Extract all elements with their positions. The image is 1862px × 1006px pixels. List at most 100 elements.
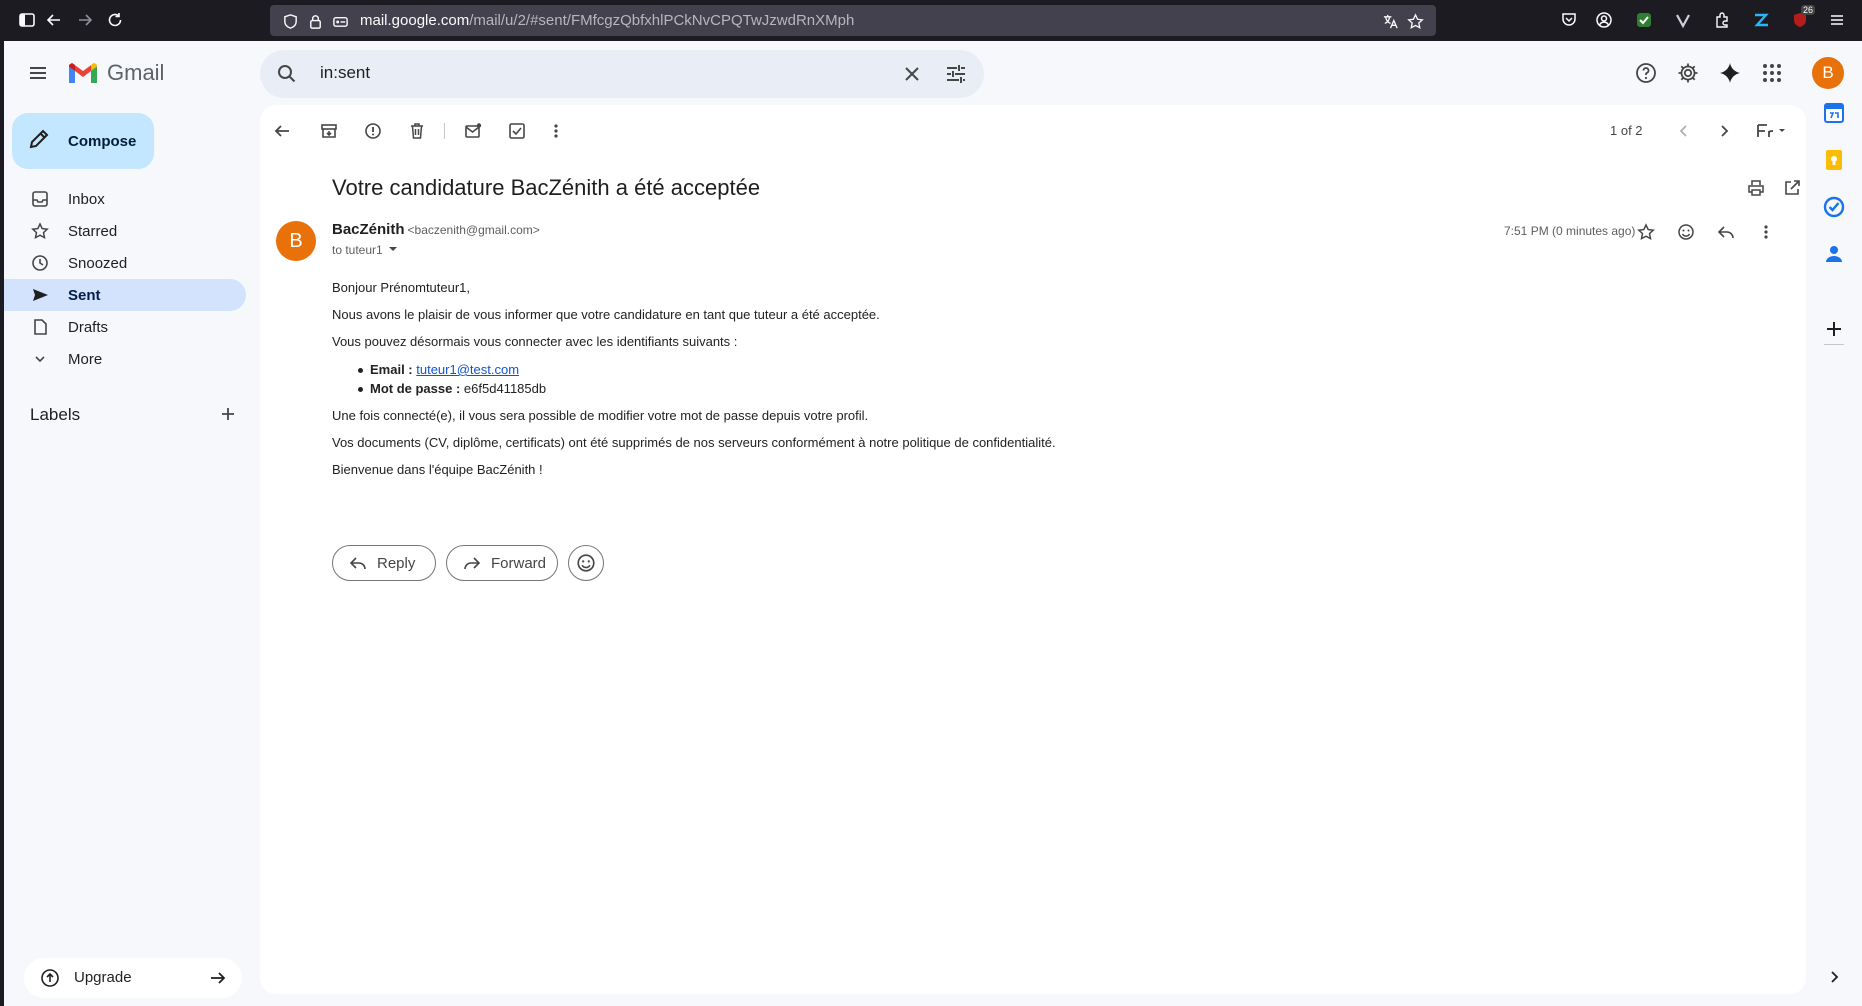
account-avatar[interactable]: B [1812,57,1844,89]
report-spam-icon[interactable] [361,119,385,143]
sidebar-item-snoozed[interactable]: Snoozed [4,247,246,279]
reload-icon[interactable] [104,9,126,31]
sidebar-item-drafts[interactable]: Drafts [4,311,246,343]
email-paragraph: Une fois connecté(e), il vous sera possi… [332,408,869,423]
compose-label: Compose [68,132,137,150]
chevron-down-icon [30,349,50,369]
clear-search-icon[interactable] [900,62,924,91]
arrow-right-icon [208,968,228,993]
gmail-app: Gmail B [4,41,1862,1006]
mark-unread-icon[interactable] [461,119,485,143]
gemini-sparkle-icon[interactable] [1716,59,1744,87]
ublock-badge: 26 [1801,5,1816,15]
message-pane: 1 of 2 Votre candidature BacZénith a été… [260,105,1806,994]
pocket-icon[interactable] [1558,9,1580,31]
sender-avatar[interactable]: B [276,221,316,261]
browser-toolbar: mail.google.com/mail/u/2/#sent/FMfcgzQbf… [0,0,1862,41]
tasks-icon[interactable] [1822,195,1846,219]
bookmark-star-icon[interactable] [1405,11,1425,31]
back-icon[interactable] [43,9,65,31]
sidebar-item-inbox[interactable]: Inbox [4,183,246,215]
browser-menu-icon[interactable] [1826,9,1848,31]
calendar-icon[interactable] [1822,101,1846,125]
open-new-window-icon[interactable] [1780,176,1804,200]
credential-email-item: Email : tuteur1@test.com [357,362,520,377]
star-message-icon[interactable] [1634,220,1658,244]
sidebar-item-label: Snoozed [68,254,128,272]
newer-chevron-icon[interactable] [1672,119,1696,143]
forward-arrow-icon [463,554,481,572]
message-timestamp: 7:51 PM (0 minutes ago) [1504,224,1636,238]
sidebar-item-sent[interactable]: Sent [4,279,246,311]
lock-icon[interactable] [305,11,325,31]
upgrade-label: Upgrade [74,969,132,986]
input-tools-icon[interactable] [1752,119,1792,143]
email-closing: Bienvenue dans l'équipe BacZénith ! [332,462,543,477]
gmail-logo[interactable]: Gmail [67,60,164,86]
reply-button[interactable]: Reply [332,545,436,581]
more-vert-icon[interactable] [544,119,568,143]
apps-grid-icon[interactable] [1758,59,1786,87]
caret-down-icon[interactable] [388,243,398,257]
search-input[interactable] [320,63,880,83]
older-chevron-icon[interactable] [1712,119,1736,143]
sender-name[interactable]: BacZénith <baczenith@gmail.com> [332,221,540,238]
smiley-icon [577,554,595,572]
reply-label: Reply [377,554,416,572]
emoji-reaction-button[interactable] [568,545,604,581]
email-paragraph: Vos documents (CV, diplôme, certificats)… [332,435,1056,450]
compose-button[interactable]: Compose [12,113,154,169]
extension-v-icon[interactable] [1672,9,1694,31]
upgrade-icon [40,968,60,993]
recipient-details[interactable]: to tuteur1 [332,243,398,257]
extension-check-icon[interactable] [1633,9,1655,31]
clock-icon [30,253,50,273]
back-to-sent-icon[interactable] [270,119,294,143]
sidebar-item-label: Starred [68,222,118,240]
ublock-icon[interactable]: 26 [1789,5,1816,31]
sidebar-item-starred[interactable]: Starred [4,215,246,247]
help-icon[interactable] [1632,59,1660,87]
address-bar[interactable]: mail.google.com/mail/u/2/#sent/FMfcgzQbf… [270,5,1436,36]
search-icon[interactable] [276,63,298,90]
email-greeting: Bonjour Prénomtuteur1, [332,280,471,295]
settings-gear-icon[interactable] [1674,59,1702,87]
pagination-text: 1 of 2 [1610,123,1643,138]
sidebar-item-label: Drafts [68,318,109,336]
search-bar[interactable] [260,50,984,98]
contacts-icon[interactable] [1822,242,1846,266]
emoji-react-icon[interactable] [1674,220,1698,244]
sidebar-toggle-icon[interactable] [16,9,38,31]
forward-icon[interactable] [74,9,96,31]
gmail-m-icon [69,63,97,83]
extension-z-icon[interactable] [1750,9,1772,31]
forward-button[interactable]: Forward [446,545,558,581]
credential-email-link[interactable]: tuteur1@test.com [416,362,519,377]
delete-icon[interactable] [405,119,429,143]
pencil-icon [28,128,50,155]
shield-icon[interactable] [280,11,300,31]
credential-password-item: Mot de passe : e6f5d41185db [357,381,547,396]
expand-panel-chevron-icon[interactable] [1822,965,1846,989]
message-more-icon[interactable] [1754,220,1778,244]
snooze-add-task-icon[interactable] [505,119,529,143]
archive-icon[interactable] [317,119,341,143]
extensions-puzzle-icon[interactable] [1711,9,1733,31]
main-menu-icon[interactable] [24,59,52,87]
translate-icon[interactable] [1380,11,1400,31]
send-icon [30,285,50,305]
sidebar-item-label: Sent [68,286,101,304]
permissions-icon[interactable] [330,11,350,31]
print-icon[interactable] [1744,176,1768,200]
sidebar-item-more[interactable]: More [4,343,246,375]
upgrade-button[interactable]: Upgrade [24,958,242,998]
add-label-icon[interactable] [218,404,238,429]
account-icon[interactable] [1593,9,1615,31]
star-icon [30,221,50,241]
search-options-icon[interactable] [944,62,968,91]
gmail-brand: Gmail [107,60,165,85]
get-addons-plus-icon[interactable] [1822,317,1846,341]
keep-icon[interactable] [1822,148,1846,172]
draft-icon [30,317,50,337]
reply-icon[interactable] [1714,220,1738,244]
